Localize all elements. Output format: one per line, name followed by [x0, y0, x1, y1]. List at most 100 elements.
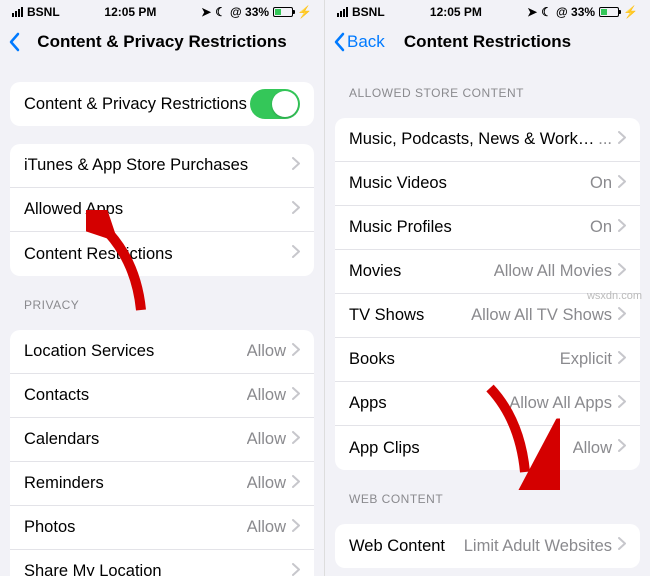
row-value: On	[590, 174, 612, 193]
chevron-right-icon	[618, 307, 626, 320]
chevron-right-icon	[292, 475, 300, 493]
chevron-right-icon	[618, 175, 626, 193]
chevron-right-icon	[292, 563, 300, 576]
chevron-right-icon	[292, 157, 300, 175]
row-label: Location Services	[24, 342, 247, 361]
chevron-right-icon	[618, 439, 626, 452]
row-label: Reminders	[24, 474, 247, 493]
row-value: Explicit	[560, 350, 612, 369]
clock: 12:05 PM	[104, 5, 156, 19]
chevron-right-icon	[618, 537, 626, 550]
row-label: Books	[349, 350, 560, 369]
toggle-switch[interactable]	[250, 89, 300, 119]
chevron-right-icon	[618, 219, 626, 237]
privacy-group: Location ServicesAllowContactsAllowCalen…	[10, 330, 314, 576]
chevron-right-icon	[292, 519, 300, 537]
privacy-row[interactable]: PhotosAllow	[10, 506, 314, 550]
row-value: Allow	[247, 518, 286, 537]
carrier-label: BSNL	[27, 5, 60, 19]
screen-privacy-restrictions: BSNL 12:05 PM ➤ ☾ @ 33% ⚡ Content & Priv…	[0, 0, 325, 576]
chevron-right-icon	[618, 307, 626, 325]
row-label: iTunes & App Store Purchases	[24, 156, 292, 175]
chevron-right-icon	[292, 387, 300, 405]
chevron-right-icon	[618, 219, 626, 232]
battery-percent: @ 33%	[230, 5, 269, 19]
carrier-label: BSNL	[352, 5, 385, 19]
row-label: Music, Podcasts, News & Workouts	[349, 130, 598, 149]
web-row[interactable]: Web ContentLimit Adult Websites	[335, 524, 640, 568]
row-value: Limit Adult Websites	[464, 537, 612, 556]
dnd-icon: ☾	[541, 5, 552, 19]
master-toggle-row[interactable]: Content & Privacy Restrictions	[10, 82, 314, 126]
chevron-right-icon	[618, 263, 626, 276]
chevron-right-icon	[292, 563, 300, 576]
privacy-section-header: Privacy	[10, 276, 314, 318]
privacy-row[interactable]: RemindersAllow	[10, 462, 314, 506]
row-label: Movies	[349, 262, 494, 281]
chevron-right-icon	[292, 431, 300, 449]
dnd-icon: ☾	[215, 5, 226, 19]
row-label: Apps	[349, 394, 509, 413]
allowed-row[interactable]: Music, Podcasts, News & Workouts...	[335, 118, 640, 162]
row-label: Allowed Apps	[24, 200, 292, 219]
settings-row[interactable]: Allowed Apps	[10, 188, 314, 232]
privacy-row[interactable]: Location ServicesAllow	[10, 330, 314, 374]
privacy-row[interactable]: ContactsAllow	[10, 374, 314, 418]
chevron-right-icon	[618, 131, 626, 144]
status-bar: BSNL 12:05 PM ➤ ☾ @ 33% ⚡	[0, 0, 324, 20]
watermark: wsxdn.com	[587, 290, 642, 302]
chevron-right-icon	[618, 395, 626, 413]
battery-percent: @ 33%	[556, 5, 595, 19]
web-content-group: Web ContentLimit Adult Websites	[335, 524, 640, 568]
row-value: Allow	[247, 430, 286, 449]
row-value: Allow	[247, 474, 286, 493]
siri-section-header: Siri	[335, 568, 640, 576]
chevron-right-icon	[618, 537, 626, 555]
chevron-right-icon	[292, 245, 300, 258]
chevron-right-icon	[292, 245, 300, 263]
row-label: Web Content	[349, 537, 464, 556]
chevron-right-icon	[618, 351, 626, 364]
allowed-row[interactable]: BooksExplicit	[335, 338, 640, 382]
nav-bar: Content & Privacy Restrictions	[0, 20, 324, 64]
row-label: Share My Location	[24, 562, 292, 576]
chevron-right-icon	[618, 351, 626, 369]
row-value: Allow	[573, 439, 612, 458]
row-label: Music Profiles	[349, 218, 590, 237]
row-value: Allow All Apps	[509, 394, 612, 413]
allowed-row[interactable]: Music VideosOn	[335, 162, 640, 206]
allowed-row[interactable]: AppsAllow All Apps	[335, 382, 640, 426]
back-label: Back	[347, 32, 385, 52]
row-label: App Clips	[349, 439, 573, 458]
row-value: Allow All Movies	[494, 262, 612, 281]
toggle-group: Content & Privacy Restrictions	[10, 82, 314, 126]
row-value: On	[590, 218, 612, 237]
chevron-left-icon	[333, 32, 345, 52]
chevron-right-icon	[618, 395, 626, 408]
back-button[interactable]	[8, 32, 20, 52]
status-bar: BSNL 12:05 PM ➤ ☾ @ 33% ⚡	[325, 0, 650, 20]
battery-icon	[273, 7, 293, 17]
privacy-row[interactable]: CalendarsAllow	[10, 418, 314, 462]
chevron-right-icon	[618, 131, 626, 149]
charging-icon: ⚡	[623, 5, 638, 19]
row-label: TV Shows	[349, 306, 471, 325]
screen-content-restrictions: BSNL 12:05 PM ➤ ☾ @ 33% ⚡ Back Content R…	[325, 0, 650, 576]
charging-icon: ⚡	[297, 5, 312, 19]
row-value: Allow	[247, 386, 286, 405]
allowed-section-header: Allowed Store Content	[335, 64, 640, 106]
settings-row[interactable]: iTunes & App Store Purchases	[10, 144, 314, 188]
back-button[interactable]: Back	[333, 32, 385, 52]
location-icon: ➤	[527, 5, 537, 19]
page-title: Content & Privacy Restrictions	[37, 32, 286, 52]
allowed-row[interactable]: App ClipsAllow	[335, 426, 640, 470]
row-value: Allow All TV Shows	[471, 306, 612, 325]
allowed-row[interactable]: Music ProfilesOn	[335, 206, 640, 250]
main-settings-group: iTunes & App Store Purchases Allowed Apps…	[10, 144, 314, 276]
chevron-right-icon	[292, 431, 300, 444]
web-section-header: Web Content	[335, 470, 640, 512]
chevron-right-icon	[292, 201, 300, 214]
settings-row[interactable]: Content Restrictions	[10, 232, 314, 276]
allowed-row[interactable]: MoviesAllow All Movies	[335, 250, 640, 294]
privacy-row[interactable]: Share My Location	[10, 550, 314, 576]
